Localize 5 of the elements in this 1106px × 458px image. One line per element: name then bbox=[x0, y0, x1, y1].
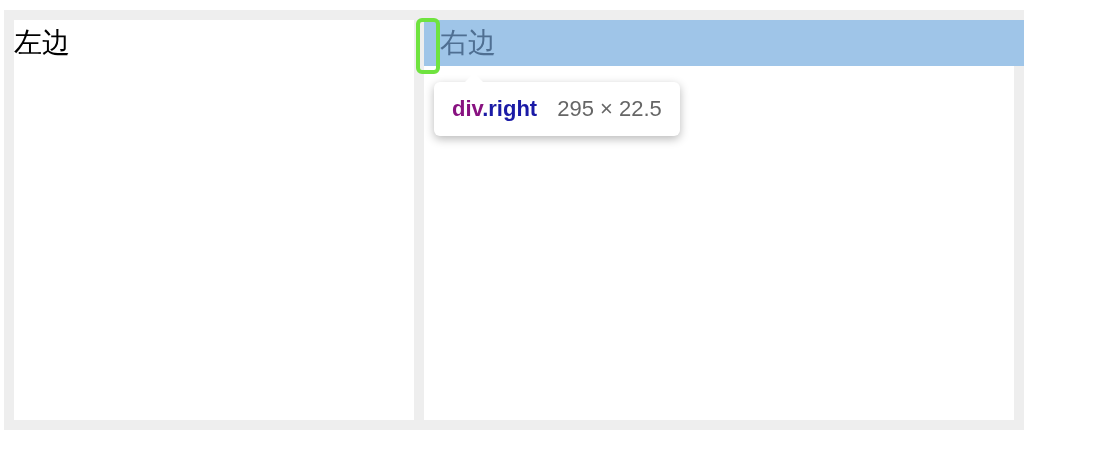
right-text: 右边 bbox=[440, 25, 496, 61]
element-selector: div.right bbox=[452, 96, 538, 122]
element-dimensions: 295 × 22.5 bbox=[557, 96, 662, 122]
left-text: 左边 bbox=[14, 25, 70, 61]
padding-highlight bbox=[416, 18, 440, 74]
